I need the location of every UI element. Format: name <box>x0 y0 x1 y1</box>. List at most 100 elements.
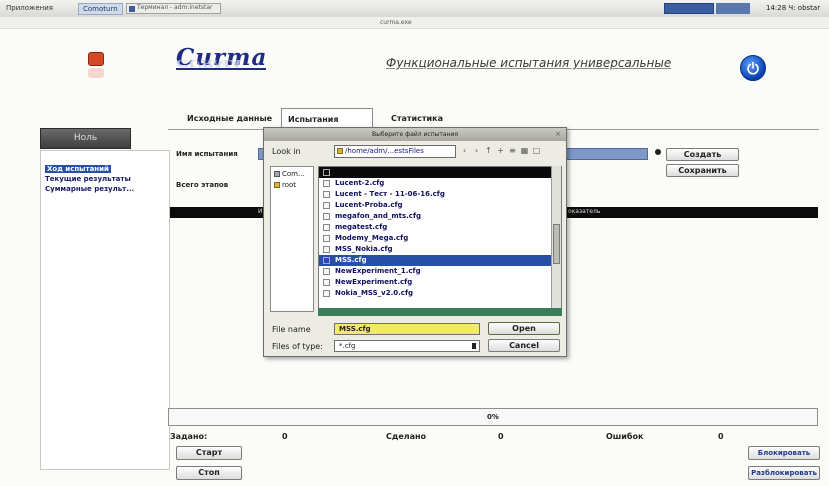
back-icon[interactable]: ‹ <box>460 146 469 156</box>
desktop-taskbar: Приложения Comoturn Терминал - adm:inets… <box>0 0 829 18</box>
taskbar-tray[interactable] <box>716 3 750 14</box>
file-name: NewExperiment_1.cfg <box>335 267 421 275</box>
cancel-button[interactable]: Cancel <box>488 339 560 352</box>
clock[interactable]: 14:28 Ч: obstar <box>766 4 820 12</box>
unlock-button[interactable]: Разблокировать <box>748 466 820 480</box>
terminal-icon <box>129 6 135 12</box>
window-title: curma.exe <box>380 19 412 26</box>
left-navigation: Ход испытаний Текущие результаты Суммарн… <box>40 150 170 470</box>
file-icon <box>323 246 330 253</box>
file-name: Modemy_Mega.cfg <box>335 234 409 242</box>
assigned-value: 0 <box>282 432 288 441</box>
stop-button[interactable]: Стоп <box>176 466 242 480</box>
file-name: NewExperiment.cfg <box>335 278 413 286</box>
scrollbar-thumb[interactable] <box>553 224 560 264</box>
file-row[interactable]: NewExperiment_1.cfg <box>319 266 551 277</box>
dropdown-arrow-icon[interactable] <box>655 149 661 155</box>
files-of-type-value: *.cfg <box>339 342 356 350</box>
file-icon <box>323 213 330 220</box>
taskbar-launcher[interactable]: Comoturn <box>78 3 123 15</box>
place-label: root <box>282 181 297 189</box>
taskbar-window-button[interactable]: Терминал - adm:inetstar <box>126 3 221 14</box>
test-progress-bar: 0% <box>168 408 818 426</box>
app-title: Функциональные испытания универсальные <box>386 56 672 70</box>
done-label: Сделано <box>386 432 427 441</box>
file-row[interactable]: megatest.cfg <box>319 222 551 233</box>
file-icon <box>323 268 330 275</box>
file-row[interactable] <box>319 167 551 178</box>
power-icon <box>747 61 759 75</box>
logo-reflection: CURMA <box>176 57 242 70</box>
dialog-title: Выберите файл испытания <box>264 128 566 141</box>
new-folder-icon[interactable]: + <box>496 146 505 156</box>
file-row[interactable]: MSS_Nokia.cfg <box>319 244 551 255</box>
file-icon <box>323 169 330 176</box>
place-label: Com... <box>282 170 305 178</box>
file-name: megatest.cfg <box>335 223 388 231</box>
folder-icon <box>274 182 280 188</box>
file-list-scrollbar[interactable] <box>551 166 561 316</box>
folder-icon <box>337 148 343 154</box>
file-icon <box>323 202 330 209</box>
file-list-hscrollbar[interactable] <box>318 308 562 316</box>
place-root[interactable]: root <box>274 181 296 189</box>
file-row[interactable]: megafon_and_mts.cfg <box>319 211 551 222</box>
lock-button[interactable]: Блокировать <box>748 446 820 460</box>
file-name-input[interactable]: MSS.cfg <box>334 323 480 335</box>
file-icon <box>323 279 330 286</box>
create-button[interactable]: Создать <box>666 148 739 161</box>
look-in-combo[interactable]: /home/adm/...estsFiles <box>334 145 456 158</box>
file-row[interactable]: Lucent-Proba.cfg <box>319 200 551 211</box>
file-row[interactable]: Modemy_Mega.cfg <box>319 233 551 244</box>
list-view-icon[interactable]: ≡ <box>508 146 517 156</box>
left-panel-title: Ноль <box>40 128 131 149</box>
nav-item-test-progress[interactable]: Ход испытаний <box>45 165 111 173</box>
close-icon[interactable]: × <box>555 130 563 138</box>
assigned-label: Задано: <box>170 432 208 441</box>
computer-icon <box>274 171 280 177</box>
file-icon <box>323 257 330 264</box>
file-name: megafon_and_mts.cfg <box>335 212 422 220</box>
file-icon <box>323 180 330 187</box>
files-of-type-label: Files of type: <box>272 342 323 351</box>
file-list: Lucent-2.cfg Lucent - Тест - 11-06-16.cf… <box>318 166 562 316</box>
file-name-label: File name <box>272 325 311 334</box>
look-in-label: Look in <box>272 147 301 156</box>
file-row[interactable]: Lucent - Тест - 11-06-16.cfg <box>319 189 551 200</box>
power-button[interactable] <box>740 55 766 81</box>
app-logo-icon <box>88 52 104 66</box>
file-row-selected[interactable]: MSS.cfg <box>319 255 551 266</box>
errors-label: Ошибок <box>606 432 644 441</box>
detail-view-icon[interactable]: ▦ <box>520 146 529 156</box>
taskbar-window-label: Терминал - adm:inetstar <box>137 4 213 11</box>
file-icon <box>323 191 330 198</box>
places-sidebar: Com... root <box>270 166 314 312</box>
save-button[interactable]: Сохранить <box>666 164 739 177</box>
open-file-dialog: Выберите файл испытания × Look in /home/… <box>263 127 567 357</box>
files-of-type-select[interactable]: *.cfg <box>334 340 480 352</box>
file-icon <box>323 235 330 242</box>
file-name: MSS_Nokia.cfg <box>335 245 393 253</box>
stages-header-right: оказатель <box>568 208 601 215</box>
done-value: 0 <box>498 432 504 441</box>
taskbar-tray-active[interactable] <box>664 3 714 14</box>
nav-item-total-results[interactable]: Суммарные результ... <box>45 185 134 193</box>
file-row[interactable]: Nokia_MSS_v2.0.cfg <box>319 288 551 299</box>
preview-icon[interactable]: □ <box>532 146 541 156</box>
place-computer[interactable]: Com... <box>274 170 305 178</box>
start-button[interactable]: Старт <box>176 446 242 460</box>
applications-menu[interactable]: Приложения <box>6 4 53 12</box>
app-logo-reflection <box>88 68 104 78</box>
file-row[interactable]: NewExperiment.cfg <box>319 277 551 288</box>
up-folder-icon[interactable]: ↑ <box>484 146 493 156</box>
nav-item-current-results[interactable]: Текущие результаты <box>45 175 131 183</box>
open-button[interactable]: Open <box>488 322 560 335</box>
window-titlebar <box>0 17 829 29</box>
look-in-value: /home/adm/...estsFiles <box>345 147 424 155</box>
forward-icon[interactable]: › <box>472 146 481 156</box>
test-name-label: Имя испытания <box>176 150 238 158</box>
file-icon <box>323 290 330 297</box>
chevron-down-icon <box>472 343 476 349</box>
file-name: Nokia_MSS_v2.0.cfg <box>335 289 414 297</box>
file-row[interactable]: Lucent-2.cfg <box>319 178 551 189</box>
